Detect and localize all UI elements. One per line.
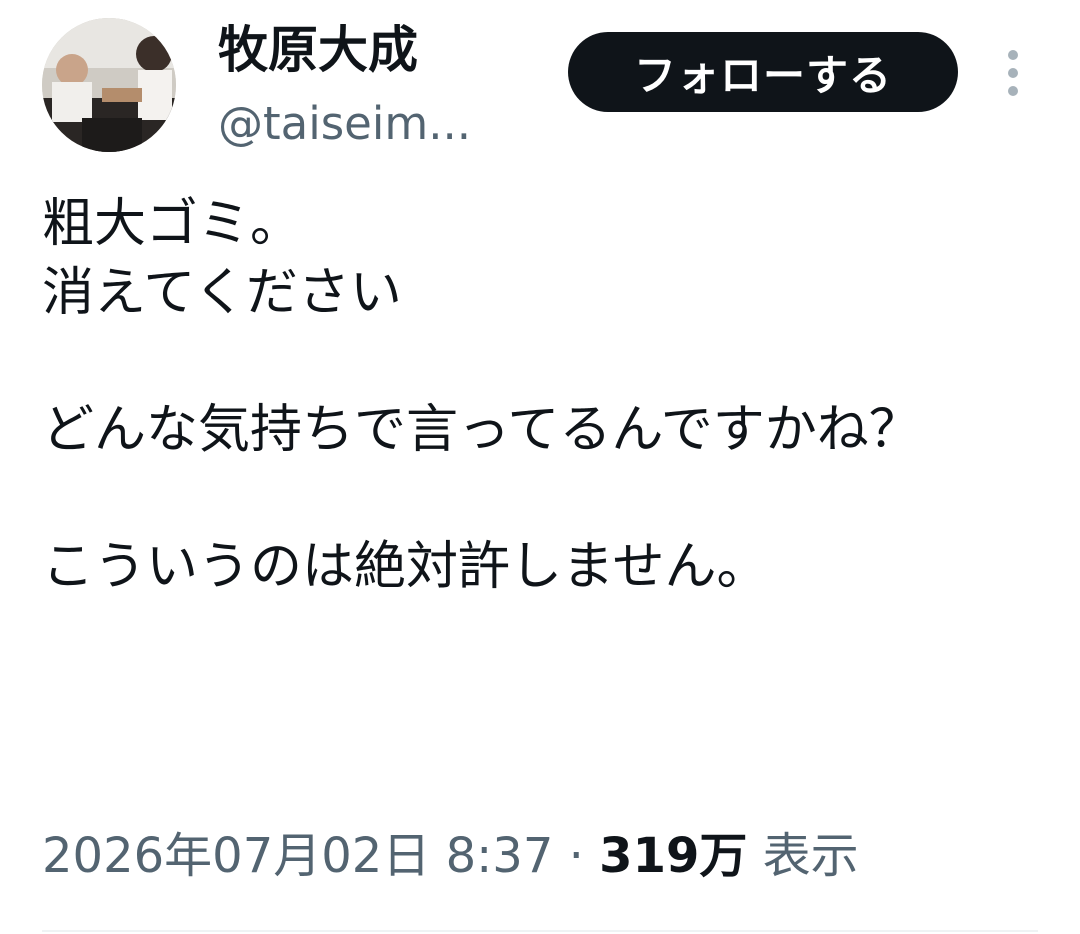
view-label: 表示 — [762, 828, 859, 884]
tweet-text: 粗大ゴミ。 消えてください どんな気持ちで言ってるんですかね？ こういうのは絶対… — [42, 194, 921, 597]
meta-separator: · — [568, 828, 584, 884]
more-vertical-icon — [1008, 50, 1018, 96]
avatar[interactable] — [42, 18, 176, 152]
tweet-timestamp[interactable]: 2026年07月02日 8:37 — [42, 828, 553, 884]
display-name[interactable]: 牧原大成 — [218, 18, 418, 82]
more-options-button[interactable] — [996, 46, 1030, 100]
divider — [42, 930, 1038, 932]
user-handle[interactable]: @taiseim... — [218, 94, 471, 154]
tweet-meta: 2026年07月02日 8:37 · 319万 表示 — [42, 823, 859, 889]
follow-button[interactable]: フォローする — [568, 32, 958, 112]
view-count: 319万 — [599, 828, 748, 884]
avatar-photo — [42, 18, 176, 152]
